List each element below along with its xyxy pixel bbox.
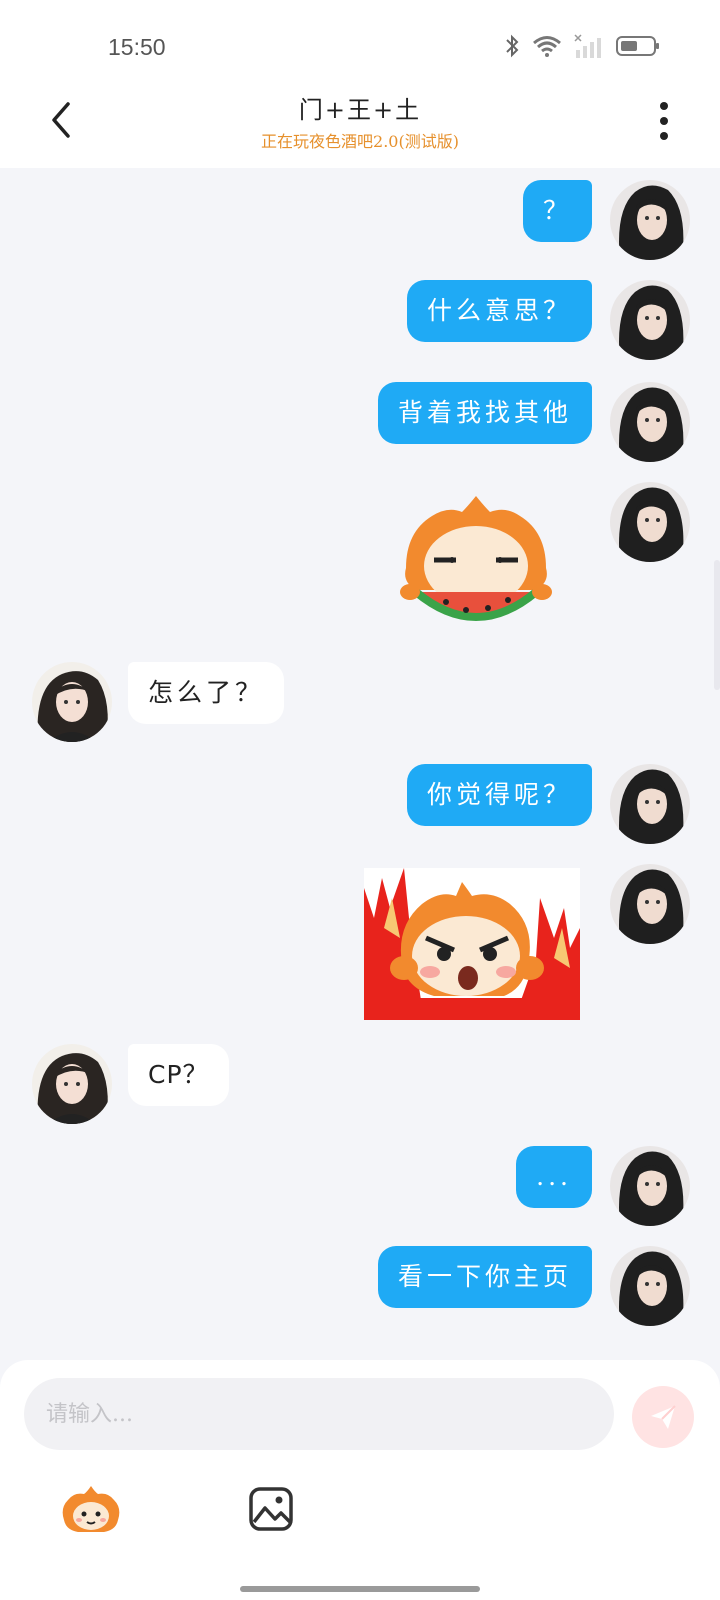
emoji-sticker-icon bbox=[62, 1486, 120, 1532]
peer-avatar[interactable] bbox=[32, 1044, 112, 1124]
signal-icon bbox=[574, 34, 601, 58]
message-input[interactable] bbox=[24, 1378, 614, 1450]
monkey-eating-watermelon-sticker[interactable] bbox=[396, 492, 556, 636]
message-bubble[interactable]: CP？ bbox=[128, 1044, 229, 1106]
message-bubble[interactable]: ？ bbox=[522, 180, 592, 242]
status-time: 15:50 bbox=[108, 34, 166, 60]
chat-subtitle: 正在玩夜色酒吧2.0(测试版) bbox=[261, 132, 459, 151]
peer-avatar[interactable] bbox=[32, 662, 112, 742]
my-avatar[interactable] bbox=[610, 382, 690, 462]
status-icons bbox=[504, 34, 660, 58]
message-bubble[interactable]: 怎么了？ bbox=[128, 662, 285, 724]
message-bubble[interactable]: ... bbox=[516, 1146, 592, 1208]
scrollbar[interactable] bbox=[714, 560, 720, 690]
send-button[interactable] bbox=[632, 1386, 694, 1448]
chat-title: 门+王+土 bbox=[298, 96, 422, 124]
message-list[interactable]: ？ 什么意思？ 背着我找其他 怎么了？ 你觉得呢？ CP？ ... 看一下你主页 bbox=[0, 168, 720, 1360]
my-avatar[interactable] bbox=[610, 280, 690, 360]
bluetooth-icon bbox=[506, 34, 519, 58]
my-avatar[interactable] bbox=[610, 180, 690, 260]
image-icon bbox=[249, 1487, 293, 1531]
my-avatar[interactable] bbox=[610, 764, 690, 844]
my-avatar[interactable] bbox=[610, 482, 690, 562]
my-avatar[interactable] bbox=[610, 1246, 690, 1326]
message-composer bbox=[0, 1360, 720, 1600]
image-button[interactable] bbox=[248, 1486, 294, 1532]
message-bubble[interactable]: 看一下你主页 bbox=[377, 1246, 592, 1308]
send-icon bbox=[651, 1405, 676, 1429]
wifi-icon bbox=[533, 36, 561, 57]
my-avatar[interactable] bbox=[610, 864, 690, 944]
top-bar: 15:50 门+王+土 正在玩夜色酒吧2.0(测试版) bbox=[0, 0, 720, 168]
sticker-button[interactable] bbox=[60, 1484, 122, 1534]
more-dots-icon bbox=[660, 102, 668, 140]
battery-icon bbox=[616, 36, 659, 56]
my-avatar[interactable] bbox=[610, 1146, 690, 1226]
home-indicator[interactable] bbox=[240, 1586, 480, 1592]
more-button[interactable] bbox=[652, 100, 676, 142]
angry-monkey-fire-sticker[interactable] bbox=[364, 868, 580, 1020]
message-bubble[interactable]: 你觉得呢？ bbox=[406, 764, 592, 826]
message-bubble[interactable]: 背着我找其他 bbox=[377, 382, 592, 444]
message-bubble[interactable]: 什么意思？ bbox=[406, 280, 592, 342]
